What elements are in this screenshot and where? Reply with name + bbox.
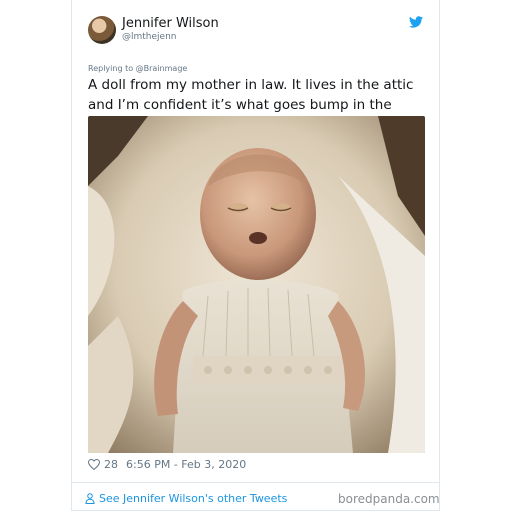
avatar[interactable] [88, 16, 116, 44]
like-count[interactable]: 28 [104, 458, 118, 471]
reply-context: Replying to @Brainmage [88, 64, 187, 73]
user-icon [85, 493, 95, 504]
reply-mention-link[interactable]: @Brainmage [136, 64, 188, 73]
divider [72, 482, 439, 483]
author-name[interactable]: Jennifer Wilson [122, 16, 219, 31]
twitter-bird-icon[interactable] [409, 16, 423, 28]
tweet-meta: 28 6:56 PM - Feb 3, 2020 [88, 458, 246, 471]
tweet-photo[interactable] [88, 116, 425, 453]
reply-prefix: Replying to [88, 64, 136, 73]
other-tweets-label[interactable]: See Jennifer Wilson's other Tweets [99, 492, 287, 505]
tweet-card: Jennifer Wilson @lmthejenn Replying to @… [71, 0, 440, 511]
boredpanda-watermark: boredpanda.com [338, 492, 440, 506]
other-tweets-link[interactable]: See Jennifer Wilson's other Tweets [85, 492, 287, 505]
heart-icon[interactable] [88, 459, 100, 470]
timestamp[interactable]: 6:56 PM - Feb 3, 2020 [126, 458, 246, 471]
author-handle[interactable]: @lmthejenn [122, 32, 176, 42]
